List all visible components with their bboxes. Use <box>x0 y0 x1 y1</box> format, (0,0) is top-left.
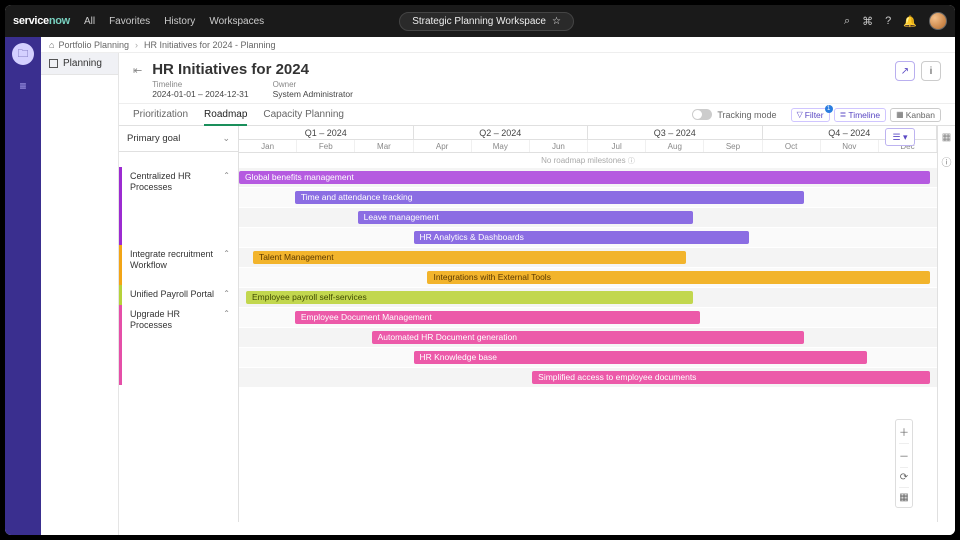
bell-icon[interactable]: 🔔 <box>903 15 917 28</box>
planning-icon <box>49 59 58 68</box>
goal-unified-payroll[interactable]: Unified Payroll Portal⌃ <box>119 285 238 305</box>
nav-workspaces[interactable]: Workspaces <box>209 16 264 27</box>
bar-time-attendance[interactable]: Time and attendance tracking <box>295 191 805 204</box>
left-sidebar: Planning <box>41 53 119 535</box>
rail-menu-icon[interactable]: ≡ <box>19 79 26 93</box>
bar-integrations[interactable]: Integrations with External Tools <box>427 271 930 284</box>
left-rail: 🗀 ≡ <box>5 37 41 535</box>
chevron-down-icon[interactable]: ⌄ <box>222 133 230 144</box>
chevron-up-icon[interactable]: ⌃ <box>223 249 230 258</box>
filter-icon: ▽ <box>797 110 803 119</box>
goal-integrate-recruitment[interactable]: Integrate recruitment Workflow⌃ <box>119 245 238 285</box>
filter-button[interactable]: ▽Filter1 <box>791 108 830 122</box>
timeline-chart: ☰ ▾ Q1 – 2024 Q2 – 2024 Q3 – 2024 Q4 – 2… <box>239 126 937 522</box>
goals-column: Primary goal⌄ Centralized HR Processes⌃ … <box>119 126 239 522</box>
chevron-up-icon[interactable]: ⌃ <box>223 309 230 318</box>
tracking-mode-label: Tracking mode <box>717 110 776 120</box>
rail-briefcase-icon[interactable]: 🗀 <box>12 43 34 65</box>
tracking-mode-toggle[interactable]: Tracking mode <box>692 109 776 120</box>
bar-emp-doc-mgmt[interactable]: Employee Document Management <box>295 311 700 324</box>
bar-global-benefits[interactable]: Global benefits management <box>239 171 930 184</box>
page-title: HR Initiatives for 2024 <box>152 61 353 78</box>
zoom-calendar-icon[interactable]: ▦ <box>899 487 908 507</box>
workspace-pill[interactable]: Strategic Planning Workspace ☆ <box>399 12 574 31</box>
goals-header[interactable]: Primary goal⌄ <box>119 126 238 152</box>
owner-label: Owner <box>273 80 353 89</box>
view-dropdown[interactable]: ☰ ▾ <box>885 128 915 146</box>
kanban-icon: ▦ <box>896 110 904 119</box>
tab-capacity[interactable]: Capacity Planning <box>263 104 344 125</box>
workspace-pill-label: Strategic Planning Workspace <box>412 16 546 27</box>
view-kanban-button[interactable]: ▦Kanban <box>890 108 941 122</box>
page-header: ⇤ HR Initiatives for 2024 Timeline2024-0… <box>119 53 955 104</box>
bar-hr-knowledge[interactable]: HR Knowledge base <box>414 351 868 364</box>
nav-all[interactable]: All <box>84 16 95 27</box>
share-button[interactable]: ↗ <box>895 61 915 81</box>
crumb-portfolio[interactable]: Portfolio Planning <box>58 40 129 50</box>
help-icon[interactable]: ? <box>885 15 891 27</box>
bar-auto-hr-doc[interactable]: Automated HR Document generation <box>372 331 805 344</box>
chevron-up-icon[interactable]: ⌃ <box>223 289 230 298</box>
bar-talent-mgmt[interactable]: Talent Management <box>253 251 686 264</box>
bar-leave-mgmt[interactable]: Leave management <box>358 211 693 224</box>
bar-hr-analytics[interactable]: HR Analytics & Dashboards <box>414 231 749 244</box>
timeline-label: Timeline <box>152 80 248 89</box>
sidebar-item-planning[interactable]: Planning <box>41 53 118 75</box>
sidebar-item-label: Planning <box>63 58 102 69</box>
zoom-in-icon[interactable]: ＋ <box>899 420 909 443</box>
chevron-up-icon[interactable]: ⌃ <box>223 171 230 180</box>
zoom-reset-icon[interactable]: ⟳ <box>900 467 908 487</box>
timeline-value: 2024-01-01 – 2024-12-31 <box>152 89 248 99</box>
tab-prioritization[interactable]: Prioritization <box>133 104 188 125</box>
view-timeline-button[interactable]: ≣Timeline <box>834 108 887 122</box>
search-icon[interactable]: ⌕ <box>844 15 850 28</box>
right-rail: ▦ ⓘ <box>937 126 955 522</box>
zoom-controls: ＋ － ⟳ ▦ <box>895 419 913 508</box>
global-header: servicenow All Favorites History Workspa… <box>5 5 955 37</box>
chat-icon[interactable]: ⌘ <box>862 15 873 28</box>
grid-icon[interactable]: ▦ <box>942 132 951 143</box>
info-icon[interactable]: ⓘ <box>942 154 952 169</box>
milestone-row: No roadmap milestones ⓘ <box>239 153 937 168</box>
breadcrumb: ⌂ Portfolio Planning › HR Initiatives fo… <box>41 37 955 53</box>
q2: Q2 – 2024 <box>414 126 589 139</box>
avatar[interactable] <box>929 12 947 30</box>
nav-history[interactable]: History <box>164 16 195 27</box>
tab-roadmap[interactable]: Roadmap <box>204 105 247 126</box>
back-icon[interactable]: ⇤ <box>133 64 142 77</box>
bar-simplified-access[interactable]: Simplified access to employee documents <box>532 371 930 384</box>
toggle-switch[interactable] <box>692 109 712 120</box>
bar-payroll-ss[interactable]: Employee payroll self-services <box>246 291 693 304</box>
tabs-row: Prioritization Roadmap Capacity Planning… <box>119 104 955 126</box>
chevron-right-icon: › <box>135 40 138 50</box>
q1: Q1 – 2024 <box>239 126 414 139</box>
home-icon[interactable]: ⌂ <box>49 40 54 50</box>
goal-upgrade-hr[interactable]: Upgrade HR Processes⌃ <box>119 305 238 385</box>
logo[interactable]: servicenow <box>13 15 70 27</box>
owner-value: System Administrator <box>273 89 353 99</box>
timeline-icon: ≣ <box>840 110 847 119</box>
zoom-out-icon[interactable]: － <box>899 443 909 467</box>
q3: Q3 – 2024 <box>588 126 763 139</box>
info-icon[interactable]: ⓘ <box>628 158 635 165</box>
star-icon[interactable]: ☆ <box>552 16 561 27</box>
details-button[interactable]: i <box>921 61 941 81</box>
filter-count-badge: 1 <box>825 105 833 113</box>
nav-favorites[interactable]: Favorites <box>109 16 150 27</box>
crumb-current: HR Initiatives for 2024 - Planning <box>144 40 276 50</box>
goal-centralized-hr[interactable]: Centralized HR Processes⌃ <box>119 167 238 245</box>
